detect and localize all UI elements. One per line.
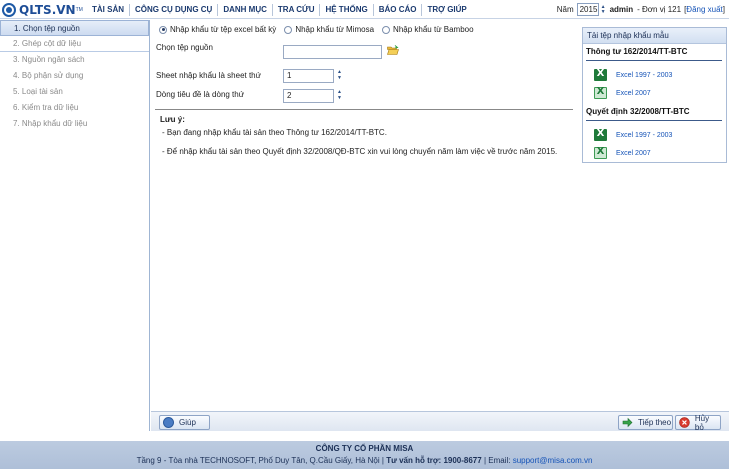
footer-company: CÔNG TY CỔ PHẦN MISA bbox=[315, 444, 414, 453]
sheet-index-label: Sheet nhập khẩu là sheet thứ bbox=[156, 71, 261, 80]
wizard-steps: 1. Chọn tệp nguồn 2. Ghép cột dữ liệu 3.… bbox=[0, 20, 150, 431]
main-menu: TÀI SẢN CÔNG CỤ DỤNG CỤ DANH MỤC TRA CỨU… bbox=[87, 0, 472, 19]
help-button[interactable]: Giúp bbox=[159, 415, 210, 430]
note-line-2: - Để nhập khẩu tài sản theo Quyết định 3… bbox=[162, 147, 558, 156]
unit-label: - Đơn vị 121 bbox=[637, 5, 682, 14]
cancel-icon bbox=[679, 417, 690, 428]
folder-open-icon[interactable] bbox=[387, 45, 399, 55]
sheet-index-input[interactable]: 1 bbox=[283, 69, 334, 83]
source-file-label: Chọn tệp nguồn bbox=[156, 43, 213, 52]
download-32-xls[interactable]: X Excel 1997 - 2003 bbox=[594, 128, 672, 141]
section-divider bbox=[586, 60, 722, 61]
radio-bamboo[interactable] bbox=[382, 25, 391, 34]
step-choose-source[interactable]: 1. Chọn tệp nguồn bbox=[0, 20, 149, 36]
help-icon bbox=[163, 417, 174, 428]
logout-bracket-close: ] bbox=[722, 5, 725, 14]
logout-link[interactable]: Đăng xuất bbox=[686, 5, 722, 14]
app-logo[interactable]: QLTS.VN TM bbox=[2, 1, 83, 18]
option-bamboo[interactable]: Nhập khẩu từ Bamboo bbox=[382, 25, 474, 34]
footer-gap bbox=[0, 431, 729, 441]
menu-item-tools[interactable]: CÔNG CỤ DỤNG CỤ bbox=[129, 3, 217, 16]
download-162-xls-label[interactable]: Excel 1997 - 2003 bbox=[616, 72, 672, 79]
top-bar: QLTS.VN TM TÀI SẢN CÔNG CỤ DỤNG CỤ DANH … bbox=[0, 0, 729, 19]
excel-icon: X bbox=[594, 86, 607, 99]
notes-title: Lưu ý: bbox=[160, 115, 185, 124]
logo-trademark: TM bbox=[75, 6, 83, 13]
option-excel[interactable]: Nhập khẩu từ tệp excel bất kỳ bbox=[159, 25, 276, 34]
note-line-1: - Bạn đang nhập khẩu tài sản theo Thông … bbox=[162, 128, 387, 137]
year-input[interactable]: 2015 bbox=[576, 3, 599, 16]
template-download-panel: Tải tệp nhập khẩu mẫu Thông tư 162/2014/… bbox=[582, 27, 727, 163]
section-title-32: Quyết định 32/2008/TT-BTC bbox=[586, 107, 690, 116]
footer-hotline: Tư vấn hỗ trợ: 1900-8677 bbox=[386, 456, 482, 465]
step-import-data[interactable]: 7. Nhập khẩu dữ liệu bbox=[0, 116, 149, 132]
download-32-xlsx-label[interactable]: Excel 2007 bbox=[616, 150, 651, 157]
download-162-xlsx-label[interactable]: Excel 2007 bbox=[616, 90, 651, 97]
template-panel-title: Tải tệp nhập khẩu mẫu bbox=[583, 28, 726, 44]
footer-contact: Tầng 9 - Tòa nhà TECHNOSOFT, Phố Duy Tân… bbox=[0, 456, 729, 465]
download-162-xlsx[interactable]: X Excel 2007 bbox=[594, 86, 651, 99]
download-32-xls-label[interactable]: Excel 1997 - 2003 bbox=[616, 132, 672, 139]
footer: CÔNG TY CỔ PHẦN MISA Tầng 9 - Tòa nhà TE… bbox=[0, 441, 729, 469]
user-name: admin bbox=[609, 5, 634, 14]
footer-address: Tầng 9 - Tòa nhà TECHNOSOFT, Phố Duy Tân… bbox=[136, 456, 380, 465]
footer-email-link[interactable]: support@misa.com.vn bbox=[513, 456, 593, 465]
logo-text: QLTS.VN bbox=[19, 2, 76, 17]
step-department[interactable]: 4. Bộ phận sử dụng bbox=[0, 68, 149, 84]
menu-item-system[interactable]: HỆ THỐNG bbox=[319, 3, 372, 16]
option-excel-label: Nhập khẩu từ tệp excel bất kỳ bbox=[170, 25, 277, 34]
excel-icon: X bbox=[594, 68, 607, 81]
radio-excel[interactable] bbox=[159, 25, 167, 34]
year-spinner[interactable]: ▲ ▼ bbox=[601, 4, 606, 15]
footer-email-label: | Email: bbox=[483, 456, 511, 465]
step-asset-type[interactable]: 5. Loại tài sản bbox=[0, 84, 149, 100]
arrow-right-icon bbox=[622, 417, 633, 428]
option-bamboo-label: Nhập khẩu từ Bamboo bbox=[393, 25, 474, 34]
menu-item-assets[interactable]: TÀI SẢN bbox=[87, 4, 129, 16]
menu-item-reports[interactable]: BÁO CÁO bbox=[372, 3, 422, 16]
header-info: Năm 2015 ▲ ▼ admin - Đơn vị 121 [ Đăng x… bbox=[557, 0, 725, 19]
radio-mimosa[interactable] bbox=[284, 25, 293, 34]
year-label: Năm bbox=[556, 5, 574, 14]
cancel-button-label: Hủy bỏ bbox=[694, 413, 710, 432]
section-divider bbox=[586, 120, 722, 121]
import-source-options: Nhập khẩu từ tệp excel bất kỳ Nhập khẩu … bbox=[159, 25, 482, 34]
next-button[interactable]: Tiếp theo bbox=[618, 415, 673, 430]
section-title-162: Thông tư 162/2014/TT-BTC bbox=[586, 47, 688, 56]
menu-item-lookup[interactable]: TRA CỨU bbox=[271, 3, 320, 16]
option-mimosa-label: Nhập khẩu từ Mimosa bbox=[295, 25, 375, 34]
action-bar: Giúp Tiếp theo Hủy bỏ bbox=[151, 411, 729, 432]
excel-icon: X bbox=[594, 128, 607, 141]
spin-down-icon[interactable]: ▼ bbox=[601, 9, 606, 15]
download-162-xls[interactable]: X Excel 1997 - 2003 bbox=[594, 68, 672, 81]
header-row-input[interactable]: 2 bbox=[283, 89, 334, 103]
spin-down-icon[interactable]: ▼ bbox=[337, 95, 343, 101]
next-button-label: Tiếp theo bbox=[638, 418, 672, 427]
step-budget-source[interactable]: 3. Nguồn ngân sách bbox=[0, 52, 149, 68]
download-32-xlsx[interactable]: X Excel 2007 bbox=[594, 146, 651, 159]
spin-down-icon[interactable]: ▼ bbox=[337, 75, 343, 81]
source-file-input[interactable] bbox=[283, 45, 382, 59]
logo-icon bbox=[2, 2, 16, 17]
help-button-label: Giúp bbox=[179, 418, 196, 427]
menu-item-catalog[interactable]: DANH MỤC bbox=[217, 3, 272, 16]
section-divider bbox=[155, 109, 573, 110]
menu-item-help[interactable]: TRỢ GIÚP bbox=[421, 3, 471, 16]
footer-separator: | bbox=[381, 456, 384, 465]
sheet-index-spinner[interactable]: ▲ ▼ bbox=[337, 69, 343, 81]
step-check-data[interactable]: 6. Kiểm tra dữ liệu bbox=[0, 100, 149, 116]
step-map-columns[interactable]: 2. Ghép cột dữ liệu bbox=[0, 36, 149, 52]
header-row-label: Dòng tiêu đề là dòng thứ bbox=[156, 90, 245, 99]
cancel-button[interactable]: Hủy bỏ bbox=[675, 413, 721, 432]
option-mimosa[interactable]: Nhập khẩu từ Mimosa bbox=[284, 25, 374, 34]
excel-icon: X bbox=[594, 146, 607, 159]
header-row-spinner[interactable]: ▲ ▼ bbox=[337, 89, 343, 101]
